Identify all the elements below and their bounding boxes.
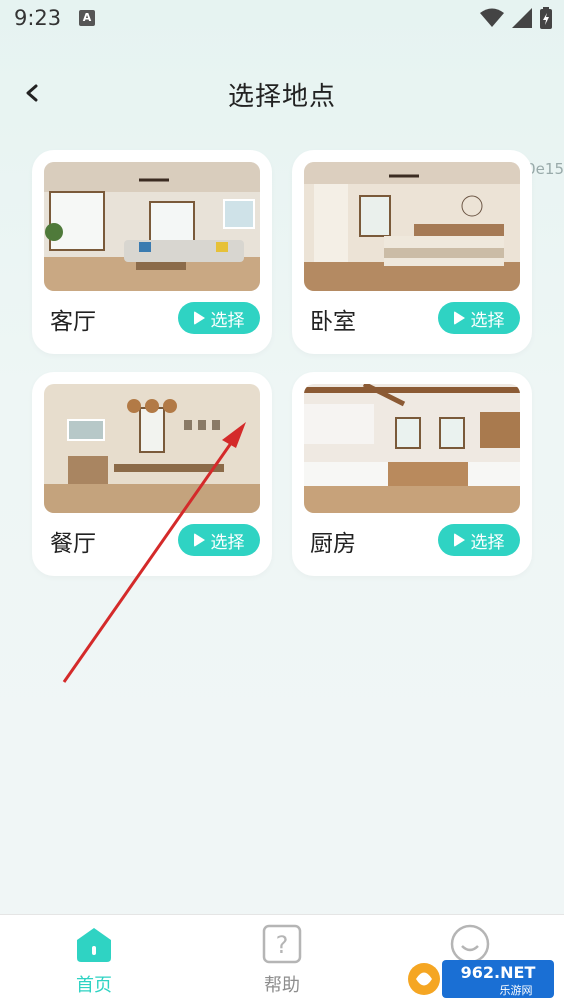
nav-bar: 选择地点 (0, 60, 564, 130)
kitchen-image (304, 384, 520, 513)
room-name: 餐厅 (50, 531, 96, 557)
select-button[interactable]: 选择 (438, 524, 520, 556)
room-name: 客厅 (50, 309, 96, 335)
bedroom-image (304, 162, 520, 291)
status-icons (480, 7, 552, 29)
select-button[interactable]: 选择 (178, 302, 260, 334)
select-button-label: 选择 (470, 310, 505, 331)
site-logo: 962.NET 乐游网 (408, 960, 554, 998)
select-button-label: 选择 (210, 532, 245, 553)
dining-room-image (44, 384, 260, 513)
tab-home-label: 首页 (76, 975, 112, 996)
tab-help[interactable]: ? 帮助 (212, 915, 352, 1005)
wifi-icon (480, 8, 504, 27)
help-icon: ? (262, 924, 302, 964)
room-card-dining[interactable]: 餐厅 选择 (32, 372, 272, 576)
play-icon (453, 311, 465, 325)
room-name: 卧室 (310, 309, 356, 335)
signal-icon (512, 8, 532, 28)
select-button[interactable]: 选择 (438, 302, 520, 334)
status-bar: 9:23 A (0, 0, 564, 38)
living-room-image (44, 162, 260, 291)
status-time: 9:23 (14, 6, 62, 30)
play-icon (193, 311, 205, 325)
tab-home[interactable]: 首页 (24, 915, 164, 1005)
logo-subtext: 乐游网 (500, 984, 533, 997)
room-name: 厨房 (310, 531, 356, 557)
accessibility-notification-icon: A (79, 10, 95, 26)
room-card-kitchen[interactable]: 厨房 选择 (292, 372, 532, 576)
room-card-bedroom[interactable]: 卧室 选择 (292, 150, 532, 354)
play-icon (453, 533, 465, 547)
logo-text: 962.NET (461, 963, 536, 982)
room-card-living[interactable]: 客厅 选择 (32, 150, 272, 354)
tab-help-label: 帮助 (264, 975, 300, 996)
select-button-label: 选择 (210, 310, 245, 331)
battery-icon (540, 7, 552, 29)
select-button[interactable]: 选择 (178, 524, 260, 556)
home-icon (77, 928, 111, 962)
select-button-label: 选择 (470, 532, 505, 553)
play-icon (193, 533, 205, 547)
page-title: 选择地点 (227, 82, 336, 112)
svg-text:?: ? (276, 931, 289, 959)
